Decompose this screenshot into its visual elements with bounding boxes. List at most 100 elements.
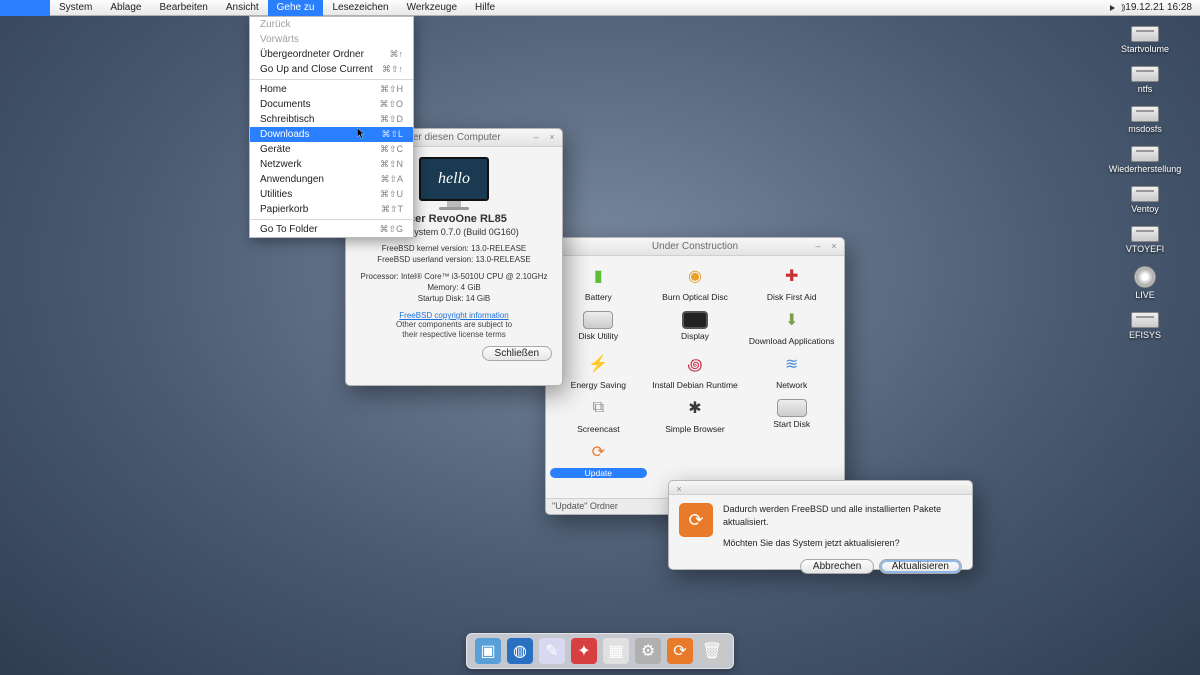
minimize-icon[interactable]: –	[530, 131, 542, 143]
dialog-text-1: Dadurch werden FreeBSD und alle installi…	[723, 503, 962, 529]
disc-icon	[1134, 266, 1156, 288]
drive-icon	[1131, 26, 1159, 42]
app-download-applications[interactable]: ⬇Download Applications	[743, 306, 840, 346]
desktop-efisys[interactable]: EFISYS	[1129, 312, 1161, 340]
about-title: ber diesen Computer	[407, 132, 500, 143]
app-battery[interactable]: ▮ Battery	[550, 262, 647, 302]
close-button[interactable]: Schließen	[482, 346, 552, 361]
menu-item-vorw-rts: Vorwärts	[250, 32, 413, 47]
menu-item-netzwerk[interactable]: Netzwerk⌘⇧N	[250, 157, 413, 172]
desktop-vtoyefi[interactable]: VTOYEFI	[1126, 226, 1164, 254]
cancel-button[interactable]: Abbrechen	[800, 559, 874, 574]
app-disk-utility[interactable]: Disk Utility	[550, 306, 647, 346]
menu-item-schreibtisch[interactable]: Schreibtisch⌘⇧D	[250, 112, 413, 127]
menu-ablage[interactable]: Ablage	[101, 0, 150, 16]
close-icon[interactable]: ×	[546, 131, 558, 143]
desktop-ntfs[interactable]: ntfs	[1131, 66, 1159, 94]
app-burn-optical-disc[interactable]: ◉Burn Optical Disc	[647, 262, 744, 302]
dock-files[interactable]: ▣	[475, 638, 501, 664]
dock-update[interactable]: ⟳	[667, 638, 693, 664]
screencast-icon: ⧉	[584, 394, 612, 422]
desktop-label: EFISYS	[1129, 330, 1161, 340]
menu-item-documents[interactable]: Documents⌘⇧O	[250, 97, 413, 112]
desktop-ventoy[interactable]: Ventoy	[1131, 186, 1159, 214]
app-network[interactable]: ≋ Network	[743, 350, 840, 390]
wifi-icon: ≋	[778, 350, 806, 378]
app-label: Update	[550, 468, 647, 478]
app-display[interactable]: Display	[647, 306, 744, 346]
drive-icon	[777, 399, 807, 417]
menu-hilfe[interactable]: Hilfe	[466, 0, 504, 16]
menubar-logo[interactable]	[0, 0, 50, 16]
desktop-wiederherstellung[interactable]: Wiederherstellung	[1109, 146, 1182, 174]
under-construction-window: Under Construction –× ▮Battery◉Burn Opti…	[545, 237, 845, 515]
app-label: Network	[743, 380, 840, 390]
menu-lesezeichen[interactable]: Lesezeichen	[323, 0, 397, 16]
close-icon[interactable]: ×	[673, 483, 685, 495]
drive-icon	[1131, 146, 1159, 162]
app-label: Download Applications	[743, 336, 840, 346]
minimize-icon[interactable]: –	[812, 240, 824, 252]
sound-icon[interactable]	[1110, 5, 1115, 11]
about-userland: FreeBSD userland version: 13.0-RELEASE	[356, 254, 552, 265]
about-cpu: Processor: Intel® Core™ i3-5010U CPU @ 2…	[356, 271, 552, 282]
desktop-label: ntfs	[1131, 84, 1159, 94]
battery-icon: ▮	[584, 262, 612, 290]
menu-item-go-to-folder[interactable]: Go To Folder⌘⇧G	[250, 222, 413, 237]
desktop-live[interactable]: LIVE	[1134, 266, 1156, 300]
menu-item-go-up-and-close-current[interactable]: Go Up and Close Current⌘⇧↑	[250, 62, 413, 77]
menu-item-anwendungen[interactable]: Anwendungen⌘⇧A	[250, 172, 413, 187]
energy-icon: ⚡	[584, 350, 612, 378]
dock-settings[interactable]: ⚙	[635, 638, 661, 664]
menu-item-utilities[interactable]: Utilities⌘⇧U	[250, 187, 413, 202]
menu-system[interactable]: System	[50, 0, 101, 16]
menu-item-downloads[interactable]: Downloads⌘⇧L	[250, 127, 413, 142]
app-disk-first-aid[interactable]: ✚Disk First Aid	[743, 262, 840, 302]
app-label: Install Debian Runtime	[647, 380, 744, 390]
menu-item--bergeordneter-ordner[interactable]: Übergeordneter Ordner⌘↑	[250, 47, 413, 62]
about-memory: Memory: 4 GiB	[356, 282, 552, 293]
desktop-msdosfs[interactable]: msdosfs	[1128, 106, 1162, 134]
about-other1: Other components are subject to	[356, 320, 552, 330]
freebsd-copyright-link[interactable]: FreeBSD copyright information	[399, 311, 508, 320]
menu-item-home[interactable]: Home⌘⇧H	[250, 82, 413, 97]
menu-item-zur-ck: Zurück	[250, 17, 413, 32]
menu-gehe zu[interactable]: Gehe zu	[268, 0, 324, 16]
app-simple-browser[interactable]: ✱ Simple Browser	[647, 394, 744, 434]
menubar-clock[interactable]: 19.12.21 16:28	[1125, 2, 1192, 13]
dock: ▣◍✎✦▦⚙⟳🗑	[466, 633, 734, 669]
desktop-label: LIVE	[1134, 290, 1156, 300]
app-start-disk[interactable]: Start Disk	[743, 394, 840, 434]
close-icon[interactable]: ×	[828, 240, 840, 252]
dialog-titlebar[interactable]: ×	[669, 481, 972, 495]
app-screencast[interactable]: ⧉Screencast	[550, 394, 647, 434]
menu-item-ger-te[interactable]: Geräte⌘⇧C	[250, 142, 413, 157]
uc-titlebar[interactable]: Under Construction –×	[546, 238, 844, 256]
menu-ansicht[interactable]: Ansicht	[217, 0, 268, 16]
menu-bearbeiten[interactable]: Bearbeiten	[150, 0, 216, 16]
dock-editor[interactable]: ✎	[539, 638, 565, 664]
dock-trash[interactable]: 🗑	[699, 638, 725, 664]
uc-title: Under Construction	[652, 241, 738, 252]
about-other2: their respective license terms	[356, 330, 552, 340]
desktop-label: msdosfs	[1128, 124, 1162, 134]
desktop-label: Wiederherstellung	[1109, 164, 1182, 174]
menubar: SystemAblageBearbeitenAnsichtGehe zuLese…	[0, 0, 1200, 16]
app-energy-saving[interactable]: ⚡Energy Saving	[550, 350, 647, 390]
dock-tool[interactable]: ✦	[571, 638, 597, 664]
dock-browser[interactable]: ◍	[507, 638, 533, 664]
app-label: Burn Optical Disc	[647, 292, 744, 302]
desktop-label: Startvolume	[1121, 44, 1169, 54]
menu-werkzeuge[interactable]: Werkzeuge	[398, 0, 466, 16]
update-button[interactable]: Aktualisieren	[879, 559, 962, 574]
menu-item-papierkorb[interactable]: Papierkorb⌘⇧T	[250, 202, 413, 217]
update-icon: ⟳	[679, 503, 713, 537]
app-update[interactable]: ⟳Update	[550, 438, 647, 478]
app-label: Battery	[550, 292, 647, 302]
dock-media[interactable]: ▦	[603, 638, 629, 664]
desktop-startvolume[interactable]: Startvolume	[1121, 26, 1169, 54]
app-label: Simple Browser	[647, 424, 744, 434]
app-install-debian-runtime[interactable]: ꩜Install Debian Runtime	[647, 350, 744, 390]
browser-icon: ✱	[681, 394, 709, 422]
drive-icon	[1131, 312, 1159, 328]
